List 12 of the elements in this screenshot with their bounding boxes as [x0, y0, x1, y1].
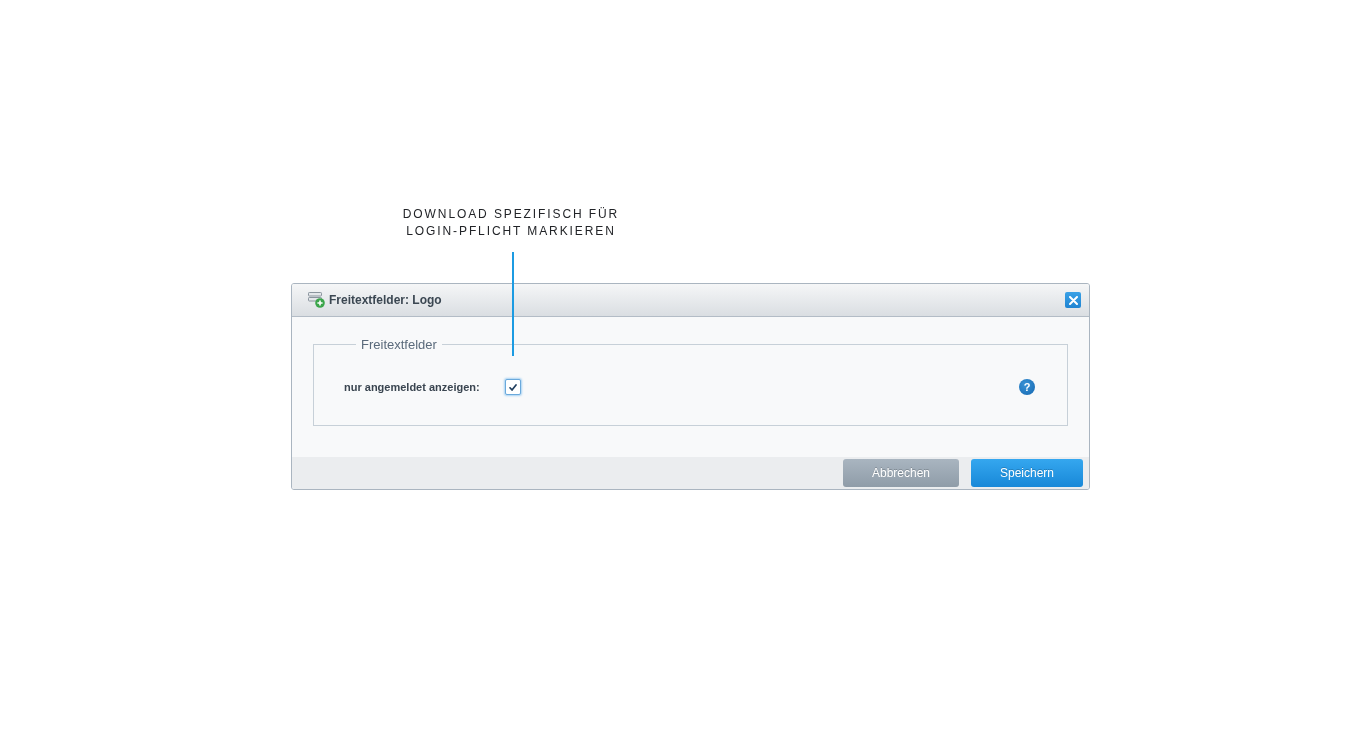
- save-button[interactable]: Speichern: [971, 459, 1083, 487]
- checkbox[interactable]: [505, 379, 521, 395]
- field-label: nur angemeldet anzeigen:: [344, 381, 481, 393]
- group-legend: Freitextfelder: [356, 337, 442, 352]
- check-icon: [509, 383, 517, 391]
- close-button[interactable]: [1065, 292, 1081, 308]
- close-icon: [1068, 295, 1078, 305]
- callout-text: DOWNLOAD SPEZIFISCH FÜR LOGIN-PFLICHT MARKIEREN: [401, 206, 621, 240]
- cancel-button[interactable]: Abbrechen: [843, 459, 959, 487]
- help-button[interactable]: ?: [1019, 379, 1035, 395]
- window-title: Freitextfelder: Logo: [329, 293, 442, 307]
- stack-plus-icon: [308, 292, 325, 308]
